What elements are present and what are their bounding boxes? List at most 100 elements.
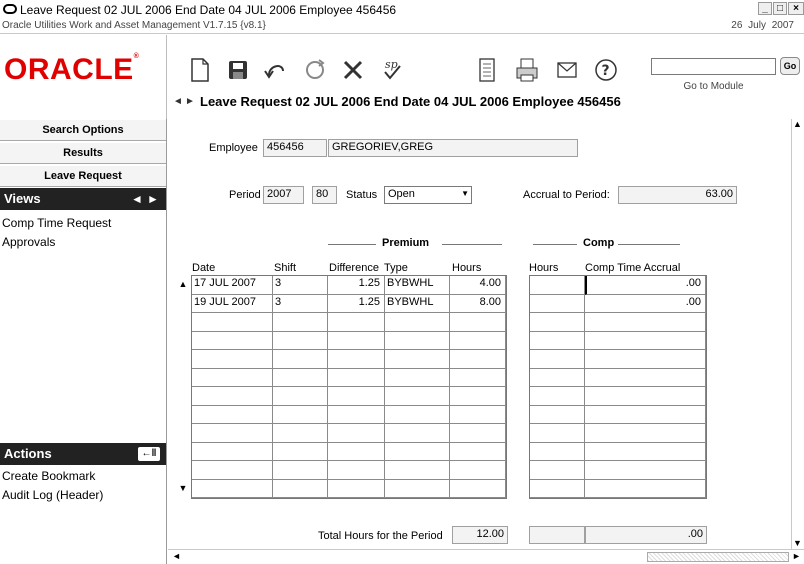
cell-difference[interactable] bbox=[328, 442, 385, 461]
cell-date[interactable] bbox=[192, 424, 273, 443]
cell-date[interactable] bbox=[192, 313, 273, 332]
cell-hours[interactable] bbox=[450, 313, 506, 332]
cell-date[interactable] bbox=[192, 350, 273, 369]
cell-comp-accrual[interactable] bbox=[585, 479, 706, 498]
cell-comp-hours[interactable] bbox=[530, 331, 585, 350]
horizontal-scroll-thumb[interactable] bbox=[647, 552, 789, 562]
minimize-button[interactable]: _ bbox=[758, 2, 772, 15]
cell-type[interactable] bbox=[385, 405, 450, 424]
cell-comp-accrual[interactable]: .00 bbox=[585, 276, 706, 295]
cell-type[interactable] bbox=[385, 331, 450, 350]
cell-comp-hours[interactable] bbox=[530, 442, 585, 461]
grid-scroll-up-icon[interactable]: ▲ bbox=[177, 279, 189, 289]
cell-shift[interactable] bbox=[273, 442, 328, 461]
cell-comp-accrual[interactable] bbox=[585, 331, 706, 350]
cell-type[interactable] bbox=[385, 461, 450, 480]
view-comp-time-request[interactable]: Comp Time Request bbox=[2, 216, 111, 230]
vertical-scrollbar[interactable]: ▲ ▼ bbox=[791, 119, 804, 549]
print-icon[interactable] bbox=[512, 55, 542, 85]
cell-hours[interactable]: 8.00 bbox=[450, 294, 506, 313]
cell-comp-accrual[interactable] bbox=[585, 368, 706, 387]
scroll-left-icon[interactable]: ◄ bbox=[172, 551, 181, 561]
cell-difference[interactable] bbox=[328, 479, 385, 498]
views-next-icon[interactable]: ► bbox=[146, 188, 160, 210]
save-icon[interactable] bbox=[223, 55, 253, 85]
report-icon[interactable] bbox=[472, 55, 502, 85]
cell-comp-hours[interactable] bbox=[530, 350, 585, 369]
cell-shift[interactable] bbox=[273, 331, 328, 350]
cell-difference[interactable] bbox=[328, 331, 385, 350]
cell-date[interactable] bbox=[192, 387, 273, 406]
cell-hours[interactable] bbox=[450, 387, 506, 406]
cell-hours[interactable] bbox=[450, 442, 506, 461]
cell-type[interactable] bbox=[385, 313, 450, 332]
cell-comp-accrual[interactable] bbox=[585, 424, 706, 443]
cell-comp-accrual[interactable] bbox=[585, 313, 706, 332]
cell-difference[interactable] bbox=[328, 424, 385, 443]
undo-icon[interactable] bbox=[261, 55, 291, 85]
cell-type[interactable] bbox=[385, 368, 450, 387]
cell-difference[interactable] bbox=[328, 461, 385, 480]
delete-icon[interactable] bbox=[338, 55, 368, 85]
go-button[interactable]: Go bbox=[780, 57, 800, 75]
results-button[interactable]: Results bbox=[0, 142, 166, 164]
period-number-field[interactable]: 80 bbox=[312, 186, 337, 204]
grid-scroll-down-icon[interactable]: ▼ bbox=[177, 483, 189, 493]
employee-id-field[interactable]: 456456 bbox=[263, 139, 327, 157]
cell-comp-hours[interactable] bbox=[530, 461, 585, 480]
action-create-bookmark[interactable]: Create Bookmark bbox=[2, 469, 95, 483]
cell-difference[interactable] bbox=[328, 313, 385, 332]
goto-module-input[interactable] bbox=[651, 58, 776, 75]
leave-request-button[interactable]: Leave Request bbox=[0, 165, 166, 187]
cell-shift[interactable] bbox=[273, 479, 328, 498]
search-options-button[interactable]: Search Options bbox=[0, 119, 166, 141]
cell-date[interactable] bbox=[192, 405, 273, 424]
cell-shift[interactable] bbox=[273, 405, 328, 424]
cell-date[interactable] bbox=[192, 368, 273, 387]
help-icon[interactable]: ? bbox=[591, 55, 621, 85]
cell-date[interactable] bbox=[192, 442, 273, 461]
cell-date[interactable] bbox=[192, 479, 273, 498]
cell-difference[interactable] bbox=[328, 350, 385, 369]
horizontal-scrollbar[interactable]: ◄ ► bbox=[168, 549, 804, 564]
scroll-up-icon[interactable]: ▲ bbox=[793, 119, 802, 129]
cell-comp-accrual[interactable] bbox=[585, 350, 706, 369]
cell-hours[interactable] bbox=[450, 368, 506, 387]
cell-shift[interactable] bbox=[273, 424, 328, 443]
cell-comp-accrual[interactable]: .00 bbox=[585, 294, 706, 313]
cell-difference[interactable]: 1.25 bbox=[328, 276, 385, 295]
cell-shift[interactable] bbox=[273, 461, 328, 480]
refresh-icon[interactable] bbox=[300, 55, 330, 85]
cell-comp-hours[interactable] bbox=[530, 368, 585, 387]
scroll-right-icon[interactable]: ► bbox=[792, 551, 801, 561]
cell-shift[interactable]: 3 bbox=[273, 276, 328, 295]
cell-comp-accrual[interactable] bbox=[585, 387, 706, 406]
cell-comp-hours[interactable] bbox=[530, 313, 585, 332]
cell-shift[interactable] bbox=[273, 368, 328, 387]
cell-type[interactable] bbox=[385, 424, 450, 443]
close-button[interactable]: × bbox=[788, 2, 804, 15]
cell-date[interactable]: 19 JUL 2007 bbox=[192, 294, 273, 313]
cell-hours[interactable] bbox=[450, 424, 506, 443]
cell-type[interactable] bbox=[385, 442, 450, 461]
action-audit-log-header[interactable]: Audit Log (Header) bbox=[2, 488, 103, 502]
cell-comp-hours[interactable] bbox=[530, 294, 585, 313]
cell-hours[interactable] bbox=[450, 461, 506, 480]
cell-shift[interactable] bbox=[273, 313, 328, 332]
cell-type[interactable] bbox=[385, 387, 450, 406]
maximize-button[interactable]: □ bbox=[773, 2, 787, 15]
next-record-icon[interactable]: ► bbox=[184, 96, 196, 107]
cell-comp-accrual[interactable] bbox=[585, 442, 706, 461]
chevron-down-icon[interactable]: ▼ bbox=[461, 189, 469, 198]
period-year-field[interactable]: 2007 bbox=[263, 186, 304, 204]
cell-difference[interactable]: 1.25 bbox=[328, 294, 385, 313]
cell-hours[interactable] bbox=[450, 405, 506, 424]
cell-comp-accrual[interactable] bbox=[585, 405, 706, 424]
spell-check-icon[interactable]: sp bbox=[377, 55, 407, 85]
status-select[interactable]: Open ▼ bbox=[384, 186, 472, 204]
cell-date[interactable]: 17 JUL 2007 bbox=[192, 276, 273, 295]
cell-shift[interactable]: 3 bbox=[273, 294, 328, 313]
cell-comp-hours[interactable] bbox=[530, 405, 585, 424]
cell-type[interactable]: BYBWHL bbox=[385, 294, 450, 313]
cell-difference[interactable] bbox=[328, 368, 385, 387]
